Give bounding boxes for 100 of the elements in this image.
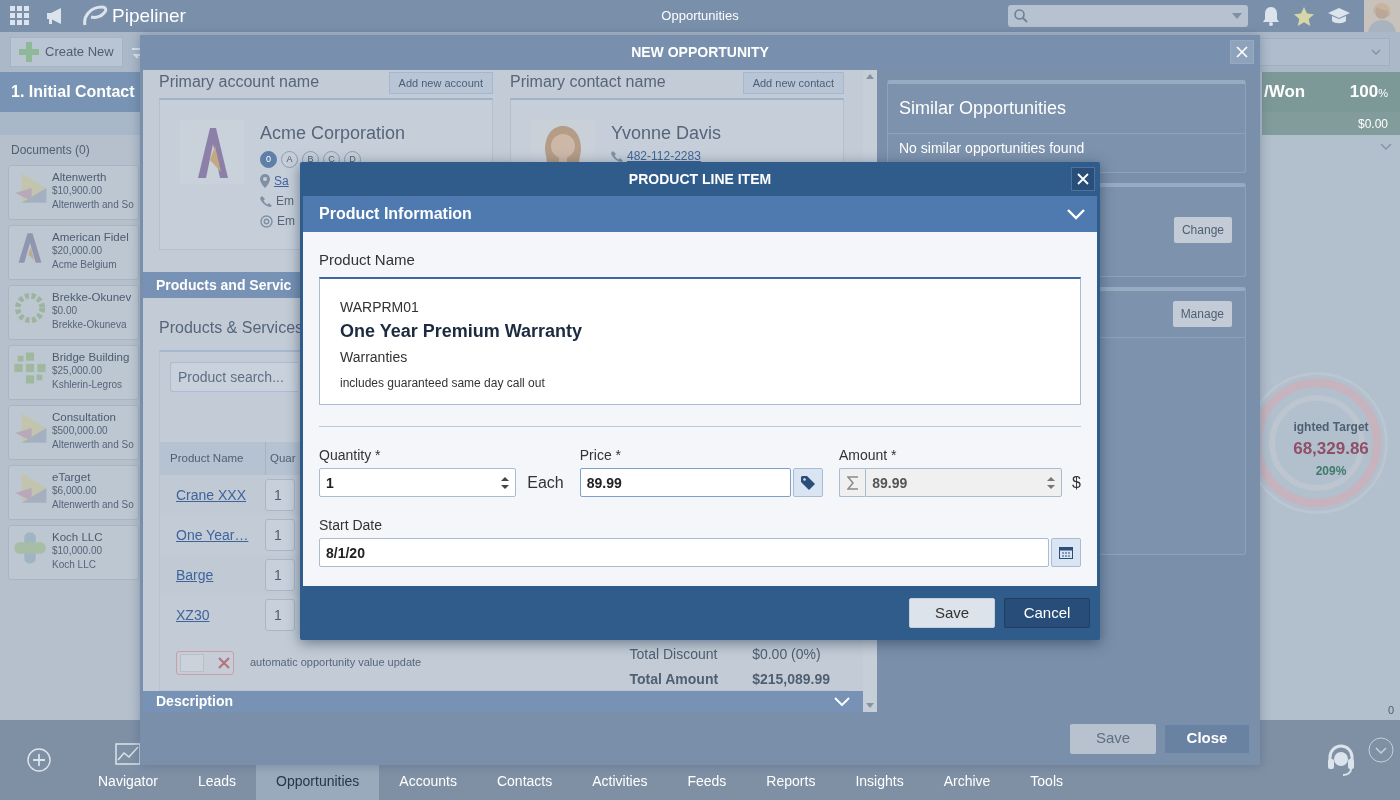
nav-tab[interactable]: Insights [835, 720, 924, 800]
card-account: Altenwerth and So [52, 498, 134, 512]
product-link[interactable]: One Year… [160, 524, 265, 546]
quantity-field[interactable]: 1 [319, 468, 517, 497]
card-amount: $500,000.00 [52, 424, 109, 438]
opportunity-card[interactable]: Altenwerth $10,900.00 Altenwerth and So [8, 165, 139, 220]
total-label: Total Discount [629, 644, 719, 664]
search-field[interactable] [1008, 5, 1248, 27]
dialog-button[interactable]: Cancel [1004, 598, 1090, 628]
scroll-up-icon[interactable] [866, 74, 874, 79]
add-account-button[interactable]: Add new account [388, 71, 493, 94]
quantity-field[interactable]: 1 [265, 599, 295, 631]
field-label: Start Date [319, 517, 384, 533]
card-title: Koch LLC [52, 530, 103, 544]
card-title: Consultation [52, 410, 117, 424]
logo-icon [12, 350, 48, 386]
nav-tab[interactable]: Feeds [667, 720, 747, 800]
bell-icon[interactable] [1262, 6, 1280, 26]
create-new-button[interactable]: Create New [10, 37, 123, 67]
quantity-field[interactable]: 1 [265, 479, 295, 511]
field-label: Primary account name [159, 72, 320, 92]
opportunity-card[interactable]: Koch LLC $10,000.00 Koch LLC [8, 525, 139, 580]
quantity-field[interactable]: 1 [265, 559, 295, 591]
nav-tab[interactable]: Leads [177, 720, 257, 800]
field-label: Amount * [838, 447, 898, 463]
product-search-field[interactable]: Product search... [170, 362, 298, 392]
chevron-down-icon [834, 697, 850, 706]
documents-label: Documents (0) [10, 142, 91, 159]
dialog-button[interactable]: Close [1164, 723, 1250, 754]
close-icon [218, 656, 230, 669]
stage-header: 1. Initial Contact [0, 72, 140, 112]
scroll-down-icon[interactable] [866, 703, 874, 708]
nav-tab[interactable]: Contacts [476, 720, 573, 800]
card-amount: $0.00 [52, 304, 79, 318]
quantity-field[interactable]: 1 [265, 519, 295, 551]
opportunity-card[interactable]: American Fidel $20,000.00 Acme Belgium [8, 225, 139, 280]
calendar-button[interactable] [1051, 538, 1081, 567]
product-link[interactable]: XZ30 [160, 604, 265, 626]
address-link[interactable]: Sa [274, 172, 289, 190]
card-account: Altenwerth and So [52, 198, 134, 212]
product-link[interactable]: Barge [160, 564, 265, 586]
card-amount: $25,000.00 [52, 364, 104, 378]
product-category: Warranties [340, 348, 409, 367]
won-stage-header: /Won 100% [1262, 72, 1400, 112]
product-link[interactable]: Crane XXX [160, 484, 265, 506]
dialog-title: PRODUCT LINE ITEM [628, 169, 772, 189]
opportunity-card[interactable]: Brekke-Okunev $0.00 Brekke-Okuneva [8, 285, 139, 340]
panel-title: Similar Opportunities [888, 84, 1245, 134]
toggle-label: automatic opportunity value update [250, 655, 422, 671]
add-contact-button[interactable]: Add new contact [742, 71, 844, 94]
card-title: Altenwerth [52, 170, 108, 184]
card-title: Brekke-Okunev [52, 290, 132, 304]
opportunity-card[interactable]: eTarget $6,000.00 Altenwerth and So [8, 465, 139, 520]
nav-tab[interactable]: Navigator [78, 720, 178, 800]
column-header: Product Name [169, 450, 245, 466]
start-date-field[interactable]: 8/1/20 [319, 538, 1049, 567]
nav-tab[interactable]: Accounts [379, 720, 477, 800]
section-header[interactable]: Description [143, 691, 863, 712]
section-header[interactable]: Product Information [303, 196, 1097, 232]
card-title: eTarget [52, 470, 92, 484]
field-label: Quantity * [319, 447, 382, 463]
graduation-cap-icon[interactable] [1328, 7, 1350, 25]
close-icon [1236, 46, 1248, 58]
opportunity-card[interactable]: Bridge Building $25,000.00 Kshlerin-Legros [8, 345, 139, 400]
headset-icon[interactable] [1326, 743, 1356, 777]
nav-tab[interactable]: Archive [923, 720, 1011, 800]
phone-link[interactable]: 482-112-2283 [627, 147, 701, 165]
card-account: Koch LLC [52, 558, 97, 572]
card-title: American Fidel [52, 230, 129, 244]
card-amount: $10,000.00 [52, 544, 103, 558]
page-title: Opportunities [661, 7, 739, 26]
dialog-title: NEW OPPORTUNITY [631, 43, 769, 62]
sum-icon [846, 475, 859, 490]
chevron-down-icon[interactable] [1380, 143, 1392, 151]
logo-icon [12, 290, 48, 326]
manage-button[interactable]: Manage [1172, 301, 1232, 327]
close-button[interactable] [1071, 167, 1095, 191]
nav-tab[interactable]: Reports [746, 720, 836, 800]
unit-label: Each [527, 473, 564, 493]
logo-icon [12, 530, 48, 566]
toggle-switch[interactable] [176, 650, 234, 675]
product-description: includes guaranteed same day call out [340, 375, 546, 392]
price-field[interactable]: 89.99 [579, 468, 791, 497]
currency-label: $ [1072, 473, 1081, 493]
plus-icon [19, 42, 39, 62]
caret-icon [1232, 13, 1242, 19]
phone-icon [260, 195, 272, 207]
add-circle-icon[interactable] [27, 748, 51, 772]
app-grid-icon[interactable] [10, 6, 30, 26]
nav-tab[interactable]: Activities [572, 720, 668, 800]
opportunity-card[interactable]: Consultation $500,000.00 Altenwerth and So [8, 405, 139, 460]
location-pin-icon [260, 174, 270, 188]
dialog-button[interactable]: Save [909, 598, 995, 628]
total-label: Total Amount [629, 669, 719, 689]
price-tag-button[interactable] [792, 468, 823, 497]
rating-badge[interactable]: 0 [260, 151, 277, 168]
star-icon[interactable] [1294, 6, 1314, 26]
chevron-down-icon[interactable] [1368, 737, 1394, 763]
change-button[interactable]: Change [1173, 217, 1232, 243]
spinner-icon[interactable] [501, 476, 510, 490]
